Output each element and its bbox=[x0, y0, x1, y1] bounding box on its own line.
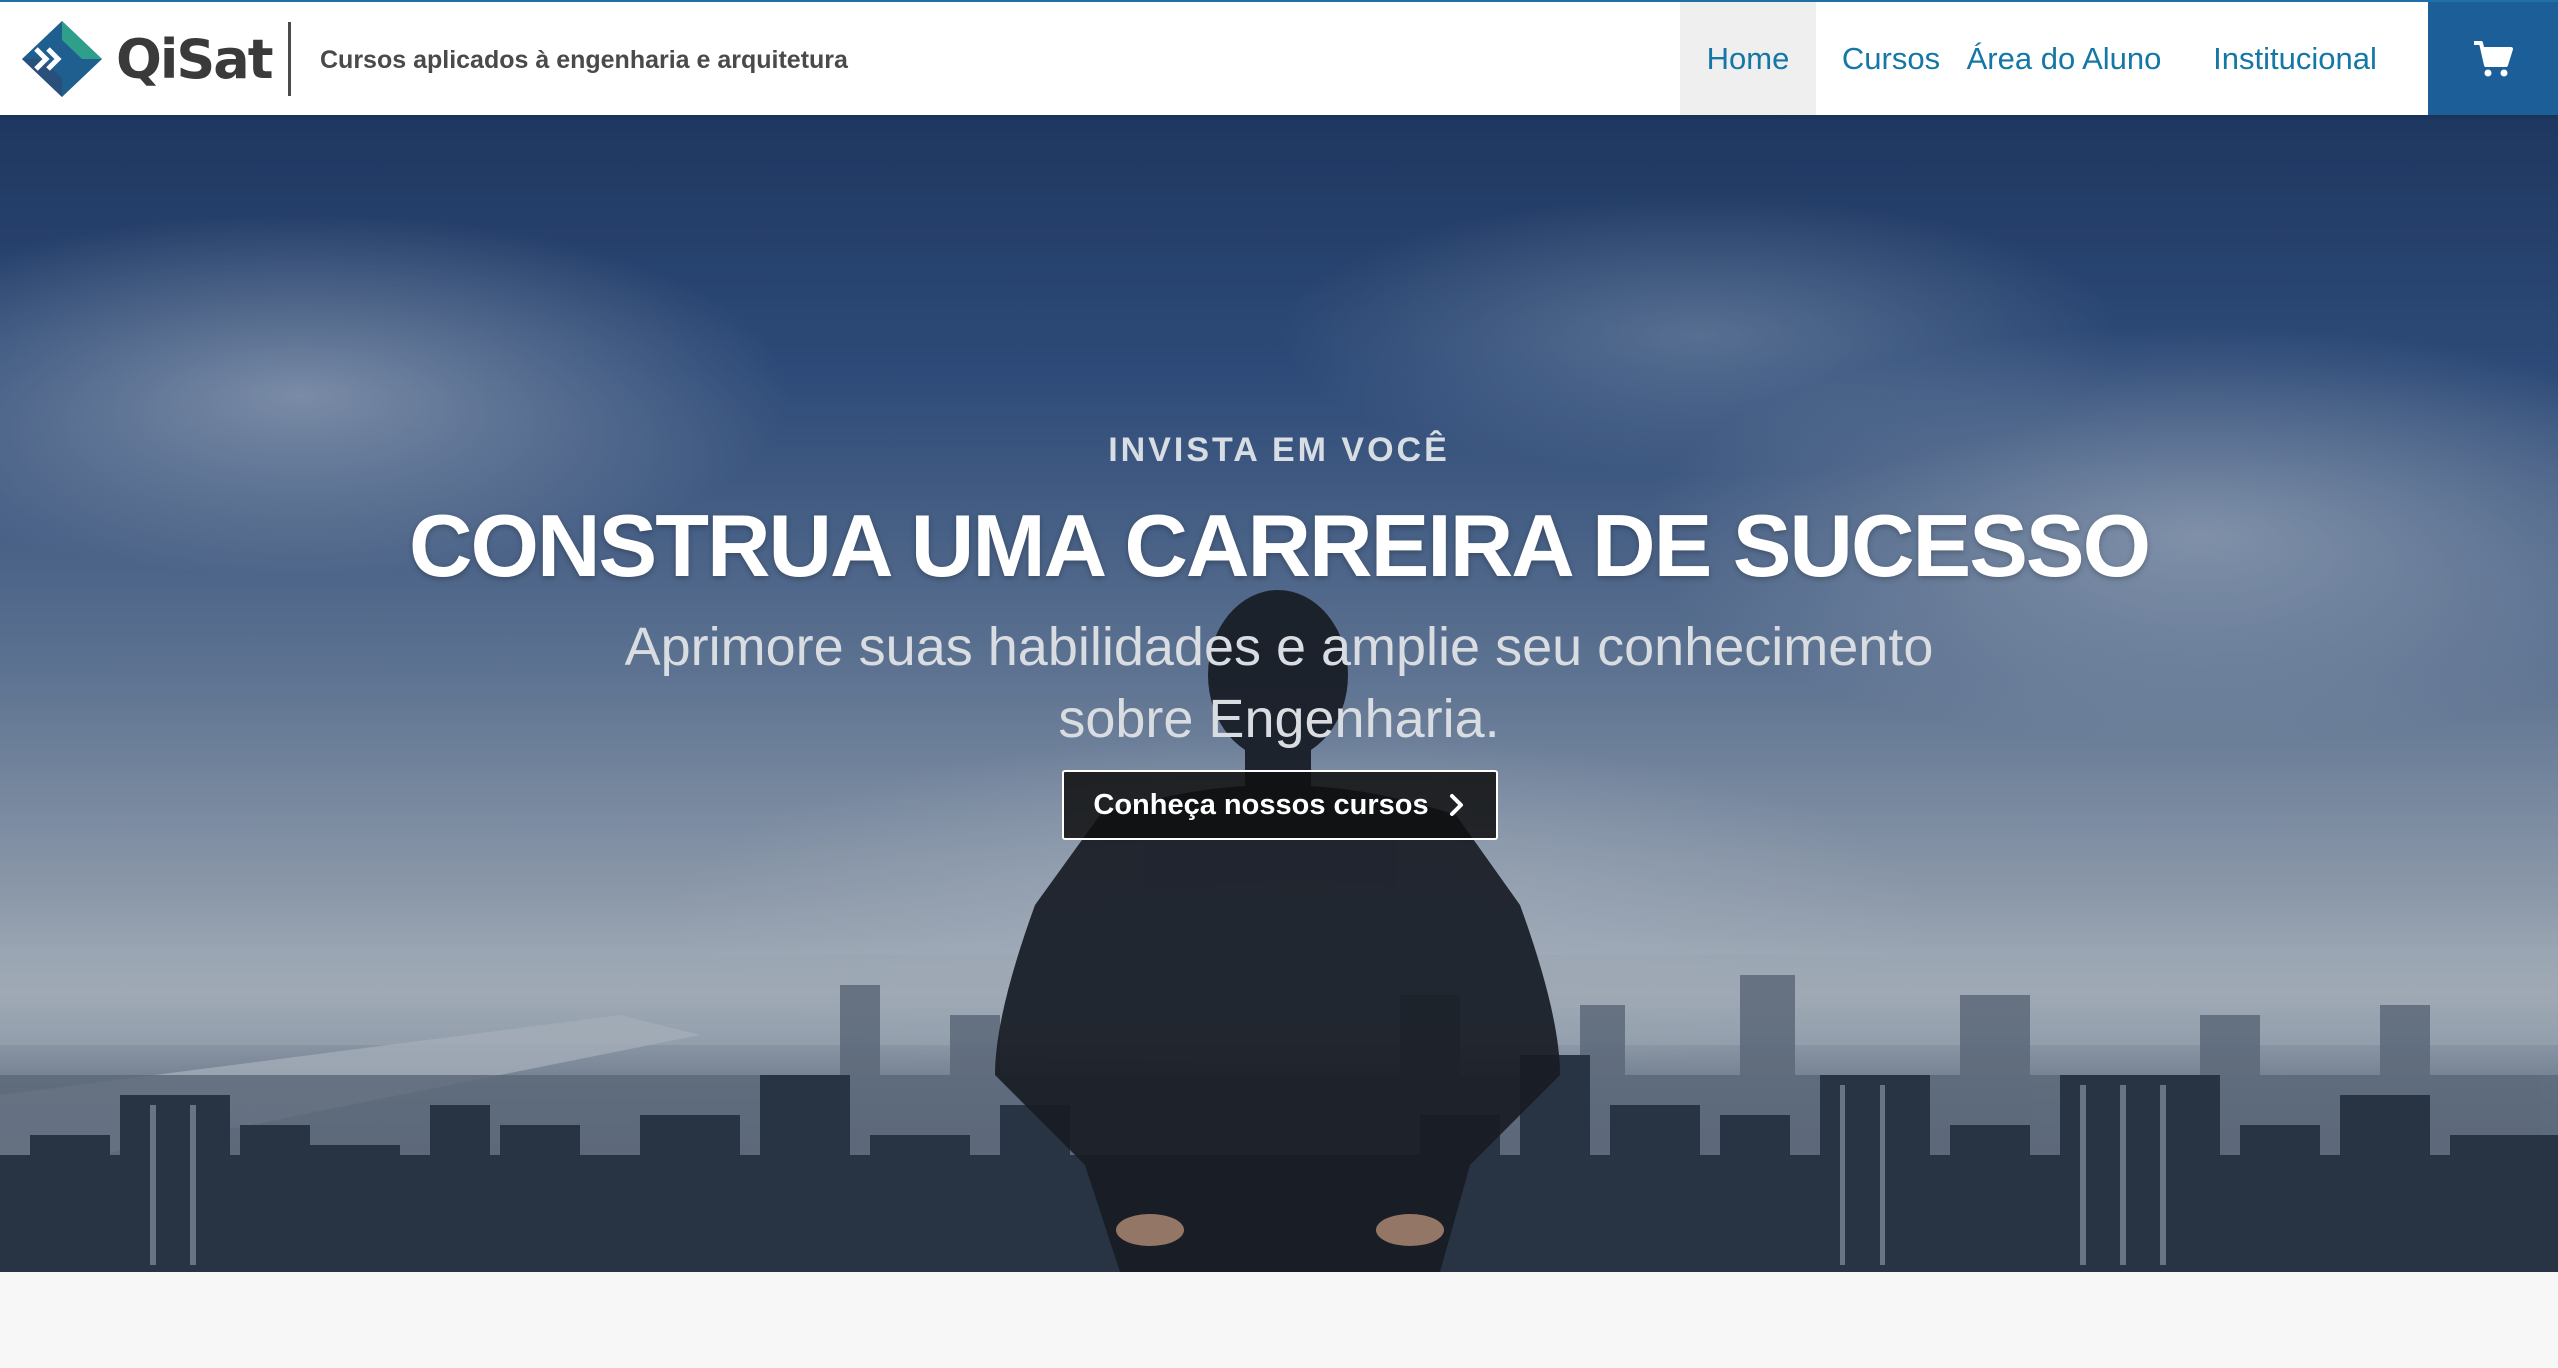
logo-mark-icon bbox=[22, 21, 102, 97]
cta-label: Conheça nossos cursos bbox=[1093, 788, 1429, 821]
header-divider bbox=[288, 22, 291, 96]
logo-wordmark: QiSat bbox=[116, 27, 274, 91]
hero-subtitle: Aprimore suas habilidades e amplie seu c… bbox=[624, 617, 1934, 749]
nav-institucional[interactable]: Institucional bbox=[2162, 2, 2428, 115]
main-nav: Home Cursos Área do Aluno Institucional bbox=[1680, 2, 2428, 115]
nav-home[interactable]: Home bbox=[1680, 2, 1816, 115]
page-content-area bbox=[0, 1272, 2558, 1368]
shopping-cart-icon bbox=[2474, 40, 2513, 76]
site-tagline: Cursos aplicados à engenharia e arquitet… bbox=[320, 46, 848, 74]
hero-eyebrow: INVISTA EM VOCÊ bbox=[1108, 431, 1450, 469]
cart-button[interactable] bbox=[2428, 2, 2558, 115]
site-header: QiSat Cursos aplicados à engenharia e ar… bbox=[0, 0, 2558, 115]
hero-title: CONSTRUA UMA CARREIRA DE SUCESSO bbox=[408, 496, 2151, 595]
hero-banner: INVISTA EM VOCÊ CONSTRUA UMA CARREIRA DE… bbox=[0, 115, 2558, 1272]
nav-cursos[interactable]: Cursos bbox=[1816, 2, 1966, 115]
nav-area-do-aluno[interactable]: Área do Aluno bbox=[1966, 2, 2162, 115]
cta-courses-button[interactable]: Conheça nossos cursos bbox=[1062, 770, 1498, 840]
logo-link[interactable]: QiSat bbox=[18, 18, 274, 100]
chevron-right-icon bbox=[1449, 794, 1463, 816]
